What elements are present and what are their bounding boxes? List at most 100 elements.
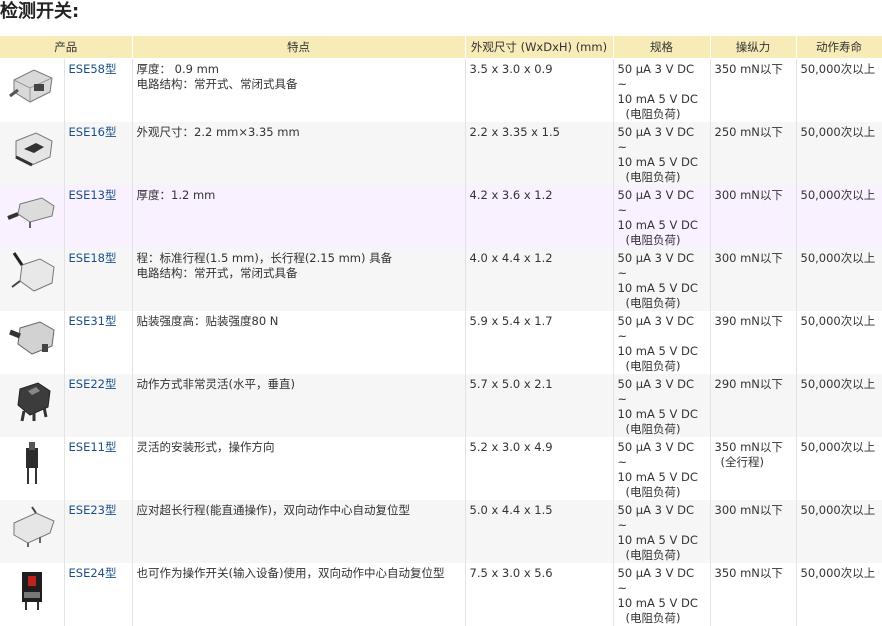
product-model[interactable]: ESE24型	[69, 566, 117, 580]
rating-line: 50 μA 3 V DC ~	[617, 314, 695, 343]
dimensions-cell: 4.0 x 4.4 x 1.2	[465, 248, 614, 311]
product-model[interactable]: ESE11型	[69, 440, 117, 454]
product-image[interactable]	[0, 311, 65, 374]
rating-line: 50 μA 3 V DC ~	[617, 566, 695, 595]
table-row[interactable]: ESE31型 贴装强度高：贴装强度80 N 5.9 x 5.4 x 1.7 50 μA…	[0, 311, 882, 374]
feature-cell: 灵活的安装形式，操作方向	[132, 437, 466, 500]
rating-line: 50 μA 3 V DC ~	[617, 62, 695, 91]
product-model-link[interactable]: ESE24型	[64, 563, 133, 626]
feature-cell: 也可作为操作开关(输入设备)使用，双向动作中心自动复位型	[132, 563, 466, 626]
product-model-link[interactable]: ESE11型	[64, 437, 133, 500]
product-model[interactable]: ESE13型	[69, 188, 117, 202]
dimensions-cell: 3.5 x 3.0 x 0.9	[465, 58, 614, 122]
table-row[interactable]: ESE58型 厚度： 0.9 mm 电路结构：常开式、常闭式具备 3.5 x 3.0 …	[0, 58, 882, 122]
rating-cell: 50 μA 3 V DC ~10 mA 5 V DC (电阻负荷)	[613, 248, 711, 311]
feature-line: 程：标准行程(1.5 mm)，长行程(2.15 mm) 具备	[136, 251, 393, 265]
table-row[interactable]: ESE22型 动作方式非常灵活(水平，垂直) 5.7 x 5.0 x 2.1 50 μ…	[0, 374, 882, 437]
product-model-link[interactable]: ESE22型	[64, 374, 133, 437]
product-image[interactable]	[0, 248, 65, 311]
table-row[interactable]: ESE13型 厚度：1.2 mm 4.2 x 3.6 x 1.2 50 μA 3 V …	[0, 185, 882, 248]
rating-cell: 50 μA 3 V DC ~10 mA 5 V DC (电阻负荷)	[613, 185, 711, 248]
table-row[interactable]: ESE18型 程：标准行程(1.5 mm)，长行程(2.15 mm) 具备 电路结构…	[0, 248, 882, 311]
feature-line: 应对超长行程(能直通操作)，双向动作中心自动复位型	[136, 503, 410, 517]
dimensions-cell: 5.7 x 5.0 x 2.1	[465, 374, 614, 437]
product-model[interactable]: ESE16型	[69, 125, 117, 139]
product-image[interactable]	[0, 500, 65, 563]
table-row[interactable]: ESE11型 灵活的安装形式，操作方向 5.2 x 3.0 x 4.9 50 μA 3…	[0, 437, 882, 500]
header-life: 动作寿命	[796, 36, 882, 59]
product-model-link[interactable]: ESE13型	[64, 185, 133, 248]
force-line: 300 mN以下	[714, 503, 783, 517]
life-cell: 50,000次以上	[796, 248, 882, 311]
feature-cell: 贴装强度高：贴装强度80 N	[132, 311, 466, 374]
product-model-link[interactable]: ESE31型	[64, 311, 133, 374]
life-cell: 50,000次以上	[796, 185, 882, 248]
rating-cell: 50 μA 3 V DC ~10 mA 5 V DC (电阻负荷)	[613, 563, 711, 626]
feature-line: 动作方式非常灵活(水平，垂直)	[136, 377, 295, 391]
header-force: 操纵力	[710, 36, 797, 59]
product-image[interactable]	[0, 437, 65, 500]
table-row[interactable]: ESE24型 也可作为操作开关(输入设备)使用，双向动作中心自动复位型 7.5 x …	[0, 563, 882, 626]
page-title: 检测开关:	[0, 1, 80, 22]
rating-line: 50 μA 3 V DC ~	[617, 440, 695, 469]
rating-cell: 50 μA 3 V DC ~10 mA 5 V DC (电阻负荷)	[613, 122, 711, 185]
feature-line: 也可作为操作开关(输入设备)使用，双向动作中心自动复位型	[136, 566, 445, 580]
rating-line: 10 mA 5 V DC	[617, 470, 698, 484]
force-cell: 300 mN以下	[710, 248, 797, 311]
feature-line: 贴装强度高：贴装强度80 N	[136, 314, 279, 328]
rating-line: (电阻负荷)	[625, 611, 681, 625]
table-header-row: 产品 特点 外观尺寸 (WxDxH) (mm) 规格 操纵力 动作寿命	[0, 36, 882, 59]
force-line: (全行程)	[720, 455, 764, 469]
force-cell: 300 mN以下	[710, 185, 797, 248]
table-row[interactable]: ESE16型 外观尺寸：2.2 mm×3.35 mm 2.2 x 3.35 x 1.…	[0, 122, 882, 185]
force-cell: 350 mN以下	[710, 563, 797, 626]
product-model[interactable]: ESE31型	[69, 314, 117, 328]
feature-cell: 程：标准行程(1.5 mm)，长行程(2.15 mm) 具备 电路结构：常开式，常…	[132, 248, 466, 311]
dimensions-cell: 5.0 x 4.4 x 1.5	[465, 500, 614, 563]
product-image[interactable]	[0, 374, 65, 437]
rating-cell: 50 μA 3 V DC ~10 mA 5 V DC (电阻负荷)	[613, 311, 711, 374]
force-line: 350 mN以下	[714, 62, 783, 76]
feature-cell: 应对超长行程(能直通操作)，双向动作中心自动复位型	[132, 500, 466, 563]
feature-cell: 动作方式非常灵活(水平，垂直)	[132, 374, 466, 437]
product-model-link[interactable]: ESE23型	[64, 500, 133, 563]
dimensions-cell: 7.5 x 3.0 x 5.6	[465, 563, 614, 626]
feature-cell: 厚度： 0.9 mm 电路结构：常开式、常闭式具备	[132, 58, 466, 122]
detection-switch-table: 产品 特点 外观尺寸 (WxDxH) (mm) 规格 操纵力 动作寿命 ESE5…	[0, 36, 882, 626]
feature-line: 电路结构：常开式，常闭式具备	[136, 266, 298, 280]
product-model-link[interactable]: ESE58型	[64, 58, 133, 122]
force-line: 350 mN以下	[714, 440, 783, 454]
product-image[interactable]	[0, 58, 65, 122]
rating-line: (电阻负荷)	[625, 548, 681, 562]
rating-line: (电阻负荷)	[625, 422, 681, 436]
rating-line: 10 mA 5 V DC	[617, 344, 698, 358]
force-cell: 350 mN以下 (全行程)	[710, 437, 797, 500]
life-cell: 50,000次以上	[796, 58, 882, 122]
product-model[interactable]: ESE18型	[69, 251, 117, 265]
life-cell: 50,000次以上	[796, 122, 882, 185]
table-row[interactable]: ESE23型 应对超长行程(能直通操作)，双向动作中心自动复位型 5.0 x 4.4…	[0, 500, 882, 563]
feature-line: 外观尺寸：2.2 mm×3.35 mm	[136, 125, 300, 139]
product-model[interactable]: ESE23型	[69, 503, 117, 517]
product-image[interactable]	[0, 563, 65, 626]
force-line: 300 mN以下	[714, 251, 783, 265]
rating-line: 50 μA 3 V DC ~	[617, 377, 695, 406]
life-cell: 50,000次以上	[796, 437, 882, 500]
feature-cell: 厚度：1.2 mm	[132, 185, 466, 248]
rating-cell: 50 μA 3 V DC ~10 mA 5 V DC (电阻负荷)	[613, 58, 711, 122]
rating-line: 10 mA 5 V DC	[617, 533, 698, 547]
life-cell: 50,000次以上	[796, 500, 882, 563]
rating-line: (电阻负荷)	[625, 296, 681, 310]
product-image[interactable]	[0, 122, 65, 185]
force-cell: 250 mN以下	[710, 122, 797, 185]
product-image[interactable]	[0, 185, 65, 248]
force-cell: 390 mN以下	[710, 311, 797, 374]
force-line: 390 mN以下	[714, 314, 783, 328]
product-model-link[interactable]: ESE16型	[64, 122, 133, 185]
product-model[interactable]: ESE22型	[69, 377, 117, 391]
product-model[interactable]: ESE58型	[69, 62, 117, 76]
rating-line: 10 mA 5 V DC	[617, 407, 698, 421]
product-model-link[interactable]: ESE18型	[64, 248, 133, 311]
rating-line: 50 μA 3 V DC ~	[617, 503, 695, 532]
feature-line: 厚度：1.2 mm	[136, 188, 216, 202]
